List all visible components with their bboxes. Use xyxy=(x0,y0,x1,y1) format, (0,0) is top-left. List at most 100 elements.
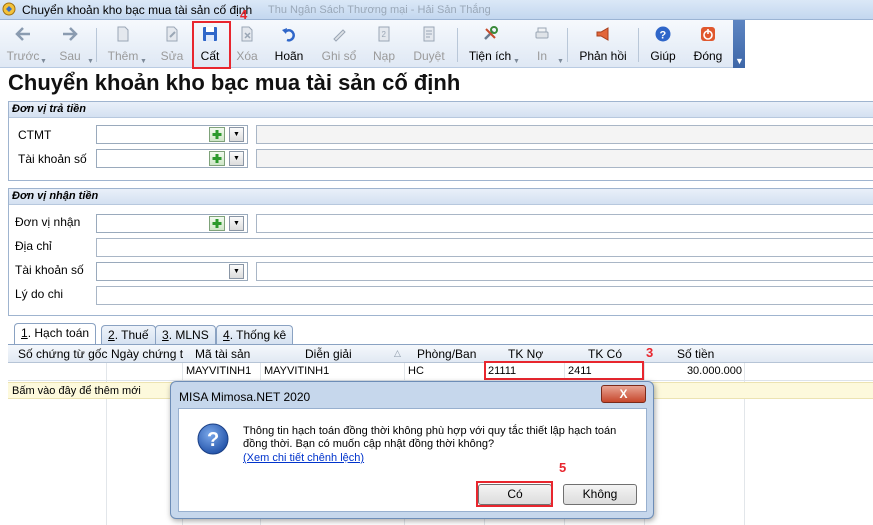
undo-button[interactable]: Hoãn xyxy=(266,22,312,66)
close-button[interactable]: Đóng xyxy=(685,22,731,66)
next-dropdown-icon[interactable]: ▼ xyxy=(87,58,94,65)
help-button[interactable]: ? Giúp xyxy=(640,22,686,66)
approve-button[interactable]: Duyệt xyxy=(406,22,452,66)
cell-department[interactable]: HC xyxy=(408,365,424,377)
ctmt-label: CTMT xyxy=(18,128,52,142)
delete-document-icon xyxy=(241,26,253,42)
load-button[interactable]: 2 Nạp xyxy=(361,22,407,66)
page-title: Chuyển khoản kho bạc mua tài sản cố định xyxy=(8,70,461,95)
utilities-button[interactable]: Tiện ích xyxy=(465,22,515,66)
accounts-highlight-box xyxy=(484,361,644,380)
toolbar-separator xyxy=(457,28,458,62)
payee-account-combo[interactable]: ▼ xyxy=(96,262,248,281)
approve-document-icon xyxy=(423,26,435,42)
megaphone-icon xyxy=(596,27,609,41)
save-highlight-box xyxy=(192,21,231,69)
payee-account-name-field[interactable] xyxy=(256,262,873,281)
window-titlebar: Chuyển khoản kho bạc mua tài sản cố định… xyxy=(0,0,873,20)
grid-header: Số chứng từ gốc Ngày chứng t Mã tài sản … xyxy=(8,345,873,363)
payer-account-label: Tài khoản số xyxy=(18,152,87,166)
svg-text:?: ? xyxy=(207,429,219,451)
print-dropdown-icon[interactable]: ▼ xyxy=(557,58,564,65)
toolbar-separator xyxy=(567,28,568,62)
col-original-voucher[interactable]: Số chứng từ gốc xyxy=(18,347,107,361)
payee-unit-add-button[interactable] xyxy=(209,216,225,231)
address-label: Địa chỉ xyxy=(15,239,52,253)
app-icon xyxy=(2,2,16,16)
toolbar-separator xyxy=(96,28,97,62)
col-description[interactable]: Diễn giải xyxy=(305,347,352,361)
col-asset-code[interactable]: Mã tài sản xyxy=(195,347,250,361)
payee-unit-name-field[interactable] xyxy=(256,214,873,233)
payer-account-name-field[interactable] xyxy=(256,149,873,168)
dialog-title: MISA Mimosa.NET 2020 xyxy=(179,390,311,404)
pencil-icon xyxy=(333,29,346,42)
tab-statistics[interactable]: 4. Thống kê xyxy=(216,325,294,344)
dialog-message: Thông tin hạch toán đồng thời không phù … xyxy=(243,425,617,450)
load-icon: 2 xyxy=(378,26,390,42)
sort-indicator-icon: △ xyxy=(394,348,401,358)
toolbar: Trước ▼ Sau ▼ Thêm ▼ Sửa Cất Xóa Hoãn Gh… xyxy=(0,20,745,68)
tab-mlns[interactable]: 3. MLNS xyxy=(155,325,216,344)
toolbar-overflow-button[interactable]: ▼ xyxy=(733,20,745,68)
tools-icon xyxy=(484,26,498,40)
step-3-marker: 3 xyxy=(646,345,654,360)
svg-text:?: ? xyxy=(660,30,667,42)
cell-asset-code[interactable]: MAYVITINH1 xyxy=(186,365,251,377)
reason-field[interactable] xyxy=(96,286,873,305)
tab-tax[interactable]: 2. Thuế xyxy=(101,325,156,344)
view-difference-link[interactable]: (Xem chi tiết chênh lệch) xyxy=(243,452,364,464)
ctmt-add-button[interactable] xyxy=(209,127,225,142)
window-ghost-title: Thu Ngân Sách Thương mại - Hải Sản Thắng xyxy=(268,4,491,16)
feedback-button[interactable]: Phản hồi xyxy=(577,22,629,66)
undo-icon xyxy=(282,28,295,42)
col-amount[interactable]: Số tiền xyxy=(677,347,714,361)
payee-group: Đơn vị nhận tiền Đơn vị nhận ▼ Địa chỉ T… xyxy=(8,188,873,316)
ctmt-combo[interactable]: ▼ xyxy=(96,125,248,144)
ctmt-name-field[interactable] xyxy=(256,125,873,144)
tab-accounting[interactable]: 1. Hạch toán xyxy=(14,323,97,345)
col-voucher-date[interactable]: Ngày chứng t xyxy=(111,347,183,361)
step-5-marker: 5 xyxy=(559,460,567,475)
question-icon: ? xyxy=(197,423,229,455)
arrow-left-icon xyxy=(15,27,30,41)
payee-account-label: Tài khoản số xyxy=(15,263,84,277)
cell-amount[interactable]: 30.000.000 xyxy=(648,365,742,377)
plus-icon xyxy=(212,130,222,139)
plus-icon xyxy=(212,219,222,228)
payer-account-combo[interactable]: ▼ xyxy=(96,149,248,168)
dialog-close-button[interactable]: X xyxy=(601,385,646,403)
edit-document-icon xyxy=(166,26,178,42)
svg-text:2: 2 xyxy=(382,30,387,39)
window-title: Chuyển khoản kho bạc mua tài sản cố định xyxy=(22,3,253,17)
add-dropdown-icon[interactable]: ▼ xyxy=(140,58,147,65)
col-credit-account[interactable]: TK Có xyxy=(588,347,622,361)
back-dropdown-icon[interactable]: ▼ xyxy=(40,58,47,65)
payee-account-dropdown-button[interactable]: ▼ xyxy=(229,264,244,279)
new-document-icon xyxy=(117,26,129,42)
no-button[interactable]: Không xyxy=(563,484,637,505)
col-department[interactable]: Phòng/Ban xyxy=(417,347,476,361)
payer-group-header: Đơn vị trả tiền xyxy=(9,102,873,118)
payee-unit-combo[interactable]: ▼ xyxy=(96,214,248,233)
col-debit-account[interactable]: TK Nợ xyxy=(508,347,543,361)
reason-label: Lý do chi xyxy=(15,287,64,301)
post-button[interactable]: Ghi sổ xyxy=(316,22,362,66)
payee-group-header: Đơn vị nhận tiền xyxy=(9,189,873,205)
payer-account-dropdown-button[interactable]: ▼ xyxy=(229,151,244,166)
payer-account-add-button[interactable] xyxy=(209,151,225,166)
confirm-dialog: MISA Mimosa.NET 2020 X ? Thông tin hạch … xyxy=(170,381,654,519)
power-icon xyxy=(701,27,715,41)
table-row[interactable]: MAYVITINH1 MAYVITINH1 HC 21111 2411 30.0… xyxy=(8,363,873,381)
help-icon: ? xyxy=(655,26,671,42)
payee-unit-dropdown-button[interactable]: ▼ xyxy=(229,216,244,231)
yes-highlight-box xyxy=(476,481,553,507)
ctmt-dropdown-button[interactable]: ▼ xyxy=(229,127,244,142)
utilities-dropdown-icon[interactable]: ▼ xyxy=(513,58,520,65)
toolbar-empty-area xyxy=(745,20,873,68)
address-field[interactable] xyxy=(96,238,873,257)
payer-group: Đơn vị trả tiền CTMT ▼ Tài khoản số ▼ xyxy=(8,101,873,181)
cell-description[interactable]: MAYVITINH1 xyxy=(264,365,329,377)
toolbar-separator xyxy=(638,28,639,62)
step-4-marker: 4 xyxy=(240,7,248,22)
